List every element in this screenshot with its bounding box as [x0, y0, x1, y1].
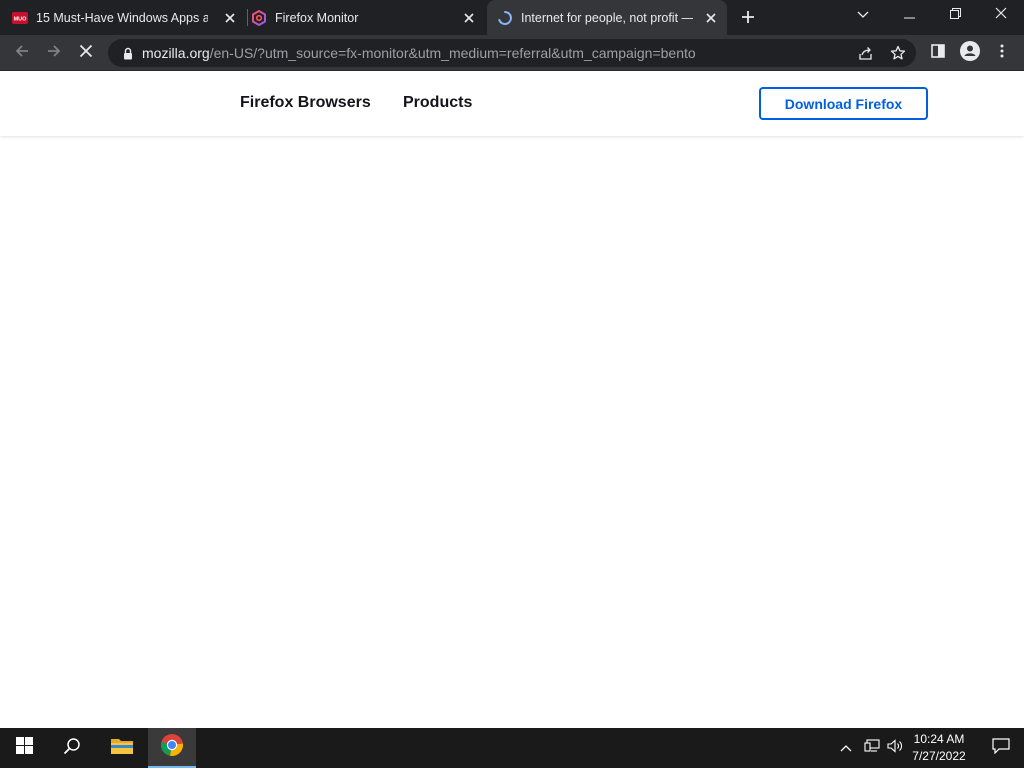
url-host: mozilla.org	[142, 45, 210, 61]
tab-strip: MUO 15 Must-Have Windows Apps an Firefox…	[0, 0, 1024, 35]
lock-icon[interactable]	[120, 45, 136, 61]
chevron-down-icon	[857, 6, 869, 24]
volume-button[interactable]	[884, 728, 906, 768]
loading-spinner-icon	[497, 10, 513, 26]
folder-icon	[110, 736, 134, 761]
page-content: Firefox Browsers Products Download Firef…	[0, 71, 1024, 728]
side-panel-icon	[931, 43, 945, 63]
tab-mozilla-active[interactable]: Internet for people, not profit —	[487, 0, 727, 35]
tab-muo[interactable]: MUO 15 Must-Have Windows Apps an	[12, 0, 244, 35]
search-icon	[63, 737, 81, 760]
tab-separator	[247, 9, 248, 26]
restore-icon	[949, 6, 961, 24]
browser-window: MUO 15 Must-Have Windows Apps an Firefox…	[0, 0, 1024, 728]
menu-button[interactable]	[988, 39, 1016, 67]
new-tab-button[interactable]	[737, 6, 759, 28]
restore-button[interactable]	[932, 0, 978, 30]
chrome-taskbar-button[interactable]	[148, 728, 196, 768]
chevron-up-icon	[840, 739, 852, 757]
muo-icon: MUO	[12, 10, 28, 26]
minimize-icon	[903, 6, 915, 24]
speaker-icon	[887, 738, 903, 758]
tab-search-button[interactable]	[840, 0, 886, 30]
address-bar[interactable]: mozilla.org/en-US/?utm_source=fx-monitor…	[108, 39, 916, 67]
arrow-right-icon	[46, 43, 62, 64]
tab-title: 15 Must-Have Windows Apps an	[36, 10, 208, 25]
star-icon[interactable]	[888, 43, 908, 63]
profile-button[interactable]	[956, 39, 984, 67]
chrome-icon	[160, 733, 184, 762]
file-explorer-button[interactable]	[98, 728, 146, 768]
close-window-button[interactable]	[978, 0, 1024, 30]
clock-date: 7/27/2022	[912, 749, 966, 763]
windows-taskbar: 10:24 AM 7/27/2022	[0, 728, 1024, 768]
firefox-monitor-icon	[251, 9, 267, 26]
action-center-button[interactable]	[978, 728, 1024, 768]
site-header: Firefox Browsers Products Download Firef…	[0, 71, 1024, 136]
start-button[interactable]	[0, 728, 48, 768]
avatar	[960, 40, 980, 66]
url-text[interactable]: mozilla.org/en-US/?utm_source=fx-monitor…	[142, 39, 696, 67]
tab-title: Internet for people, not profit —	[521, 10, 693, 25]
clock-time: 10:24 AM	[913, 732, 965, 746]
back-button[interactable]	[8, 39, 36, 67]
nav-firefox-browsers[interactable]: Firefox Browsers	[240, 93, 371, 113]
forward-button[interactable]	[40, 39, 68, 67]
more-vertical-icon	[1000, 44, 1004, 63]
side-panel-button[interactable]	[924, 39, 952, 67]
arrow-left-icon	[14, 43, 30, 64]
close-icon[interactable]	[460, 9, 477, 26]
network-icon	[864, 738, 880, 758]
close-icon	[995, 6, 1007, 24]
close-icon	[79, 44, 93, 63]
system-clock[interactable]: 10:24 AM 7/27/2022	[904, 731, 974, 765]
stop-loading-button[interactable]	[72, 39, 100, 67]
tab-firefox-monitor[interactable]: Firefox Monitor	[251, 0, 483, 35]
minimize-button[interactable]	[886, 0, 932, 30]
windows-logo-icon	[15, 737, 33, 759]
share-icon[interactable]	[856, 43, 876, 63]
notification-icon	[992, 737, 1010, 759]
tab-title: Firefox Monitor	[275, 10, 359, 25]
close-icon[interactable]	[702, 9, 719, 26]
close-icon[interactable]	[221, 9, 238, 26]
url-path: /en-US/?utm_source=fx-monitor&utm_medium…	[209, 45, 696, 61]
nav-products[interactable]: Products	[403, 93, 472, 113]
network-button[interactable]	[860, 728, 884, 768]
show-hidden-icons-button[interactable]	[836, 728, 856, 768]
search-button[interactable]	[48, 728, 96, 768]
download-firefox-button[interactable]: Download Firefox	[759, 87, 928, 120]
browser-toolbar: mozilla.org/en-US/?utm_source=fx-monitor…	[0, 35, 1024, 71]
svg-text:MUO: MUO	[14, 16, 28, 22]
